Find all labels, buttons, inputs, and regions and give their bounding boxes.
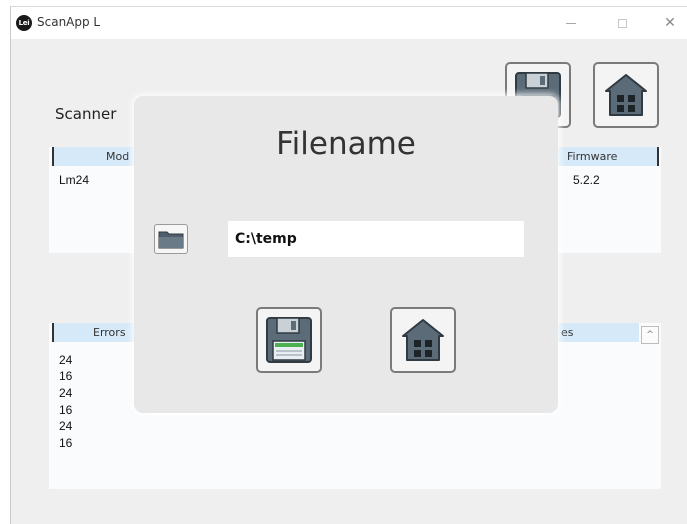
table-cell-firmware: 5.2.2 bbox=[573, 173, 600, 187]
list-item-error: 24 bbox=[59, 386, 73, 400]
list-item-error: 16 bbox=[59, 369, 73, 383]
maximize-button[interactable] bbox=[599, 7, 645, 39]
home-icon bbox=[605, 74, 647, 116]
scanner-label: Scanner bbox=[55, 105, 117, 123]
minimize-button[interactable] bbox=[548, 7, 594, 39]
close-icon: ✕ bbox=[664, 15, 676, 31]
list-item-error: 24 bbox=[59, 353, 73, 367]
scroll-up-button[interactable]: ^ bbox=[641, 326, 659, 344]
dialog-title: Filename bbox=[276, 126, 416, 162]
list-item-error: 16 bbox=[59, 403, 73, 417]
dialog-home-button[interactable] bbox=[390, 307, 456, 373]
window-title: ScanApp L bbox=[37, 15, 101, 29]
dialog-save-button[interactable] bbox=[256, 307, 322, 373]
list-item-error: 16 bbox=[59, 436, 73, 450]
title-bar: Lei ScanApp L ✕ bbox=[11, 7, 687, 39]
column-header-firmware[interactable]: Firmware bbox=[547, 147, 659, 166]
browse-folder-button[interactable] bbox=[154, 224, 188, 254]
filename-input[interactable] bbox=[228, 221, 524, 257]
app-window: Lei ScanApp L ✕ Scanner Mod Firmware Lm2… bbox=[10, 6, 687, 524]
home-button[interactable] bbox=[593, 62, 659, 128]
maximize-icon bbox=[617, 18, 627, 28]
home-icon bbox=[402, 319, 444, 361]
chevron-up-icon: ^ bbox=[646, 330, 654, 340]
column-header-es[interactable]: es bbox=[547, 323, 639, 342]
table-cell-model: Lm24 bbox=[59, 173, 90, 187]
save-icon bbox=[266, 317, 312, 363]
folder-icon bbox=[158, 231, 184, 249]
app-logo-icon: Lei bbox=[16, 15, 32, 31]
list-item-error: 24 bbox=[59, 419, 73, 433]
minimize-icon bbox=[566, 22, 576, 24]
close-button[interactable]: ✕ bbox=[647, 7, 687, 39]
filename-dialog: Filename bbox=[134, 96, 558, 413]
